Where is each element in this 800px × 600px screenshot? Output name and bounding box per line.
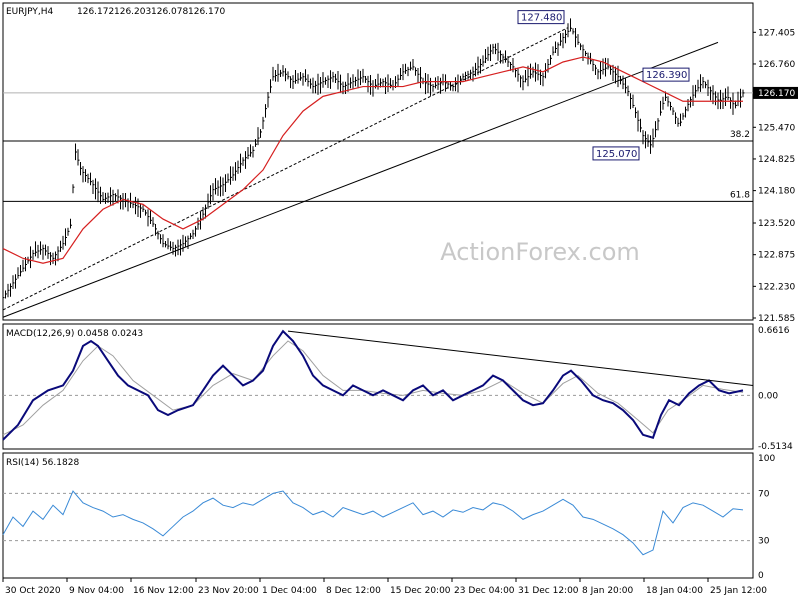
current-price-label: 126.170 xyxy=(758,89,795,99)
price-tick-label: 127.405 xyxy=(758,28,795,38)
price-annotation-label: 125.070 xyxy=(596,149,637,160)
ohlc-open: 126.172 xyxy=(77,7,114,17)
price-plot: 38.2 61.8 127.480 126.390 125.070 xyxy=(2,10,753,318)
fib-label: 61.8 xyxy=(730,190,750,200)
macd-trendline xyxy=(287,330,754,386)
price-tick-label: 126.760 xyxy=(758,60,795,70)
rsi-tick-label: 70 xyxy=(758,489,770,499)
time-tick-label: 30 Oct 2020 xyxy=(5,586,61,596)
rsi-plot xyxy=(2,490,753,556)
axes: 127.405126.760126.115125.470124.825124.1… xyxy=(2,28,798,596)
price-annotation-label: 127.480 xyxy=(521,13,562,24)
rsi-line xyxy=(2,490,744,556)
price-tick-label: 121.585 xyxy=(758,314,795,324)
macd-title: MACD(12,26,9) 0.0458 0.0243 xyxy=(6,329,143,339)
price-tick-label: 123.520 xyxy=(758,219,795,229)
ohlc-close: 126.170 xyxy=(188,7,225,17)
time-tick-label: 15 Dec 20:00 xyxy=(390,586,451,596)
price-tick-label: 124.825 xyxy=(758,155,795,165)
rsi-title: RSI(14) 56.1828 xyxy=(6,458,79,468)
ohlc-low: 126.078 xyxy=(151,7,188,17)
ohlc-high: 126.203 xyxy=(114,7,151,17)
time-tick-label: 8 Jan 20:00 xyxy=(582,586,634,596)
time-tick-label: 1 Dec 04:00 xyxy=(262,586,317,596)
macd-tick-label: -0.5134 xyxy=(758,442,793,452)
price-tick-label: 122.875 xyxy=(758,251,795,261)
rsi-tick-label: 100 xyxy=(758,454,775,464)
price-tick-label: 122.230 xyxy=(758,282,795,292)
time-tick-label: 31 Dec 12:00 xyxy=(518,586,579,596)
time-tick-label: 25 Jan 12:00 xyxy=(710,586,767,596)
rsi-panel-frame xyxy=(2,452,754,579)
time-tick-label: 8 Dec 12:00 xyxy=(326,586,381,596)
watermark: ActionForex.com xyxy=(440,238,640,266)
time-tick-label: 9 Nov 04:00 xyxy=(69,586,124,596)
macd-tick-label: 0.6616 xyxy=(758,326,790,336)
price-panel-frame xyxy=(2,2,754,321)
time-tick-label: 16 Nov 12:00 xyxy=(133,586,194,596)
macd-plot xyxy=(2,329,754,441)
macd-tick-label: 0.00 xyxy=(758,391,778,401)
rsi-tick-label: 0 xyxy=(758,571,764,581)
price-tick-label: 124.180 xyxy=(758,187,795,197)
price-annotation-label: 126.390 xyxy=(646,70,687,81)
fib-label: 38.2 xyxy=(730,130,750,140)
time-tick-label: 23 Nov 20:00 xyxy=(198,586,259,596)
symbol-title: EURJPY,H4 xyxy=(6,7,54,17)
macd-line xyxy=(2,329,744,441)
macd-signal-line xyxy=(2,340,744,436)
rsi-tick-label: 30 xyxy=(758,537,770,547)
time-tick-label: 18 Jan 04:00 xyxy=(646,586,703,596)
chart-canvas: ActionForex.com EURJPY,H4 126.172 126.20… xyxy=(2,2,798,596)
time-tick-label: 23 Dec 04:00 xyxy=(454,586,515,596)
price-tick-label: 125.470 xyxy=(758,123,795,133)
